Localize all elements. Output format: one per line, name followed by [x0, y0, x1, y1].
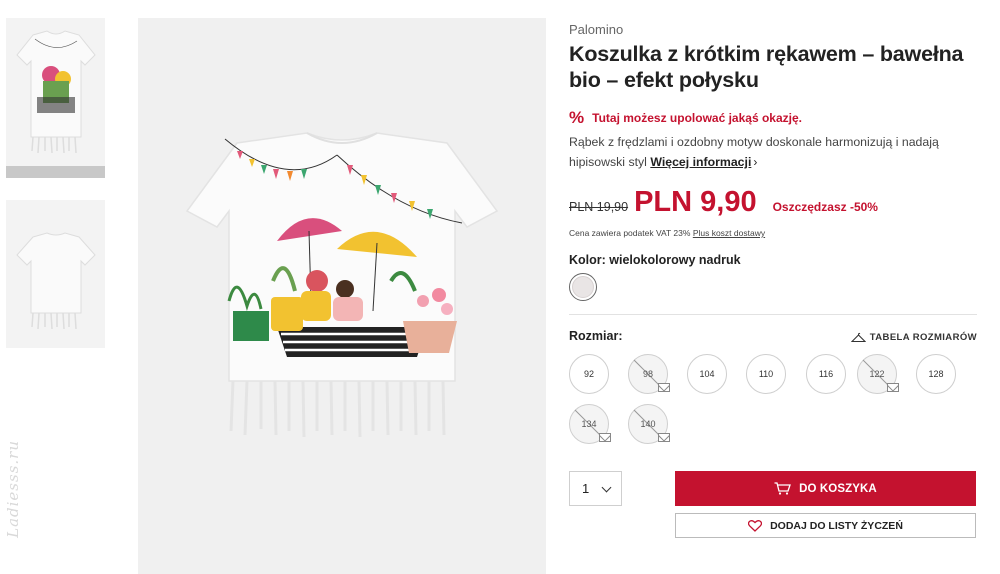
size-label: Rozmiar: — [569, 329, 623, 343]
size-option-110[interactable]: 110 — [746, 354, 786, 394]
quantity-select[interactable]: 1 — [569, 471, 622, 506]
size-option-label: 134 — [581, 419, 597, 429]
size-option-104[interactable]: 104 — [687, 354, 727, 394]
size-option-128[interactable]: 128 — [916, 354, 956, 394]
color-swatch-fill — [572, 276, 594, 298]
color-label: Kolor: wielokolorowy nadruk — [569, 253, 741, 267]
vat-info: Cena zawiera podatek VAT 23% Plus koszt … — [569, 228, 765, 238]
size-chart-label: TABELA ROZMIARÓW — [869, 332, 977, 343]
thumbnail-front[interactable] — [6, 18, 105, 166]
divider — [569, 314, 977, 315]
add-to-wishlist-button[interactable]: DODAJ DO LISTY ŻYCZEŃ — [675, 513, 976, 538]
heart-icon — [748, 519, 763, 532]
brand-name[interactable]: Palomino — [569, 22, 623, 37]
product-description: Rąbek z frędzlami i ozdobny motyw doskon… — [569, 132, 969, 172]
size-option-116[interactable]: 116 — [806, 354, 846, 394]
thumbnail-gallery — [6, 18, 105, 348]
add-to-cart-label: DO KOSZYKA — [799, 482, 877, 495]
percent-icon: % — [569, 108, 585, 127]
thumbnail-back[interactable] — [6, 200, 105, 348]
size-chart-link[interactable]: TABELA ROZMIARÓW — [850, 332, 977, 343]
size-option-label: 98 — [642, 369, 653, 379]
size-option-label: 92 — [583, 369, 594, 379]
size-option-label: 140 — [640, 419, 656, 429]
chevron-right-icon: › — [753, 155, 758, 169]
notify-mail-icon — [658, 433, 670, 442]
size-option-label: 128 — [928, 369, 944, 379]
quantity-value: 1 — [582, 481, 590, 496]
watermark-text: Ladiesss.ru — [4, 440, 22, 538]
product-title: Koszulka z krótkim rękawem – bawełna bio… — [569, 42, 964, 92]
tshirt-front-thumbnail-image — [15, 30, 96, 154]
size-option-134-unavailable[interactable]: 134 — [569, 404, 611, 444]
size-option-140-unavailable[interactable]: 140 — [628, 404, 670, 444]
size-option-label: 116 — [818, 369, 834, 379]
tshirt-graphic-image — [185, 132, 499, 438]
cart-icon — [774, 482, 792, 495]
add-to-cart-button[interactable]: DO KOSZYKA — [675, 471, 976, 506]
saving-badge: Oszczędzasz -50% — [772, 200, 878, 214]
size-option-label: 110 — [758, 369, 774, 379]
notify-mail-icon — [658, 383, 670, 392]
chevron-down-icon — [601, 482, 612, 493]
promo-text: Tutaj możesz upolować jakąś okazję. — [592, 111, 802, 125]
price-row: PLN 19,90 PLN 9,90 Oszczędzasz -50% — [569, 186, 878, 219]
more-info-link[interactable]: Więcej informacji — [650, 155, 751, 169]
product-main-image[interactable] — [138, 18, 546, 574]
promo-banner: % Tutaj możesz upolować jakąś okazję. — [569, 108, 802, 128]
size-option-92[interactable]: 92 — [569, 354, 609, 394]
notify-mail-icon — [599, 433, 611, 442]
add-to-wishlist-label: DODAJ DO LISTY ŻYCZEŃ — [770, 519, 903, 532]
old-price: PLN 19,90 — [569, 200, 629, 214]
size-option-label: 122 — [869, 369, 885, 379]
size-option-label: 104 — [699, 369, 715, 379]
vat-text: Cena zawiera podatek VAT 23% — [569, 228, 691, 238]
shipping-cost-link[interactable]: Plus koszt dostawy — [693, 228, 765, 238]
size-option-122-unavailable[interactable]: 122 — [857, 354, 899, 394]
color-swatch-selected[interactable] — [569, 273, 597, 301]
tshirt-back-thumbnail-image — [15, 232, 96, 330]
hanger-icon — [850, 332, 866, 343]
size-option-98-unavailable[interactable]: 98 — [628, 354, 670, 394]
notify-mail-icon — [887, 383, 899, 392]
thumbnail-active-indicator — [6, 166, 105, 178]
current-price: PLN 9,90 — [634, 186, 757, 218]
